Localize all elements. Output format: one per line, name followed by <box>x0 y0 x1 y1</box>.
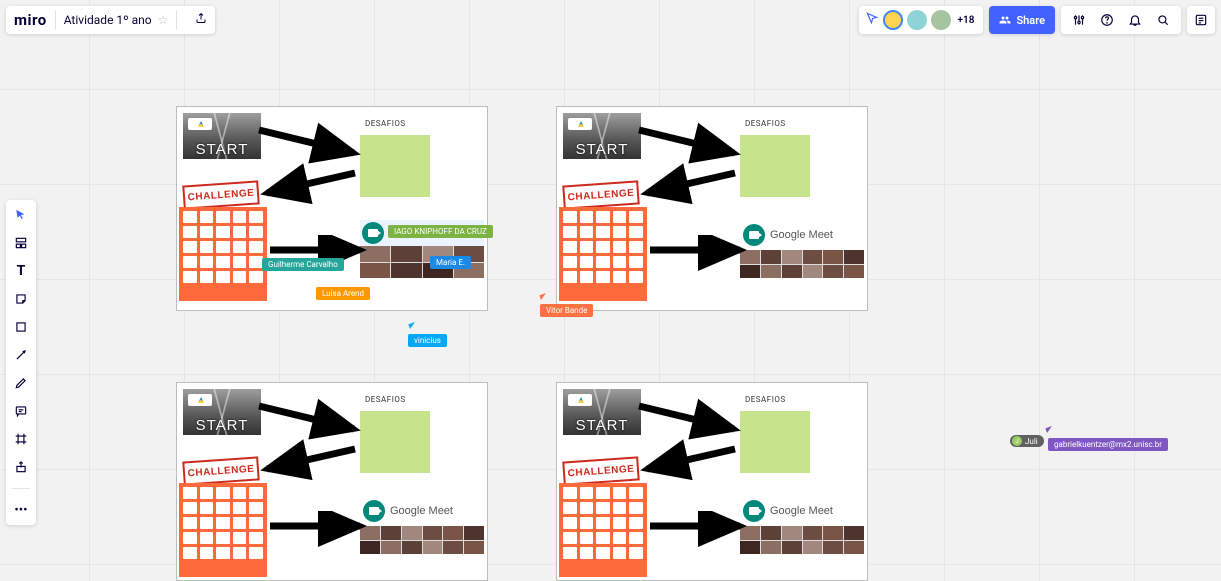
google-meet-label: Google Meet <box>770 505 833 517</box>
user-cursor-label: Guilherme Carvalho <box>262 258 344 271</box>
user-cursor-label: Maria E. <box>430 256 471 269</box>
user-cursor-label: IAGO KNIPHOFF DA CRUZ <box>388 225 493 238</box>
arrow-icon[interactable] <box>645 235 755 275</box>
arrow-icon[interactable] <box>635 163 755 213</box>
frame[interactable]: START DESAFIOS CHALLENGE Google Meet <box>176 382 488 581</box>
frame[interactable]: START DESAFIOS CHALLENGE Google Meet <box>176 106 488 311</box>
arrow-icon[interactable] <box>255 163 375 213</box>
challenge-stamp[interactable]: CHALLENGE <box>182 180 259 209</box>
user-cursor-label: gabrielkuentzer@mx2.unisc.br <box>1048 438 1168 451</box>
arrow-icon[interactable] <box>635 439 755 489</box>
start-text: START <box>576 141 629 158</box>
user-cursor-label: vinicius <box>408 334 447 347</box>
orange-grid[interactable] <box>559 483 647 577</box>
challenge-stamp[interactable]: CHALLENGE <box>182 456 259 485</box>
start-text: START <box>196 417 249 434</box>
start-text: START <box>576 417 629 434</box>
arrow-icon[interactable] <box>645 511 755 551</box>
challenge-stamp[interactable]: CHALLENGE <box>562 180 639 209</box>
challenge-stamp[interactable]: CHALLENGE <box>562 456 639 485</box>
user-cursor-icon <box>408 322 416 329</box>
frame[interactable]: START DESAFIOS CHALLENGE Google Meet <box>556 382 868 581</box>
user-cursor-label: JJuli <box>1010 435 1044 447</box>
orange-grid[interactable] <box>179 483 267 577</box>
drive-icon <box>568 394 592 406</box>
user-cursor-icon <box>1045 426 1053 433</box>
google-meet-label: Google Meet <box>390 505 453 517</box>
start-text: START <box>196 141 249 158</box>
canvas[interactable]: START DESAFIOS CHALLENGE Google Meet STA… <box>0 0 1221 581</box>
google-meet-card[interactable]: Google Meet <box>360 496 484 554</box>
user-cursor-label: Vitor Bande <box>540 304 593 317</box>
user-cursor-label: Luisa Arend <box>316 287 370 300</box>
arrow-icon[interactable] <box>255 439 375 489</box>
sticky-label: DESAFIOS <box>365 119 406 128</box>
frame[interactable]: START DESAFIOS CHALLENGE Google Meet <box>556 106 868 311</box>
sticky-label: DESAFIOS <box>365 395 406 404</box>
drive-icon <box>188 118 212 130</box>
drive-icon <box>188 394 212 406</box>
sticky-label: DESAFIOS <box>745 119 786 128</box>
google-meet-label: Google Meet <box>770 229 833 241</box>
orange-grid[interactable] <box>559 207 647 301</box>
google-meet-card[interactable]: Google Meet <box>740 220 864 278</box>
user-cursor-icon <box>539 293 547 300</box>
sticky-label: DESAFIOS <box>745 395 786 404</box>
orange-grid[interactable] <box>179 207 267 301</box>
google-meet-card[interactable]: Google Meet <box>740 496 864 554</box>
arrow-icon[interactable] <box>265 511 375 551</box>
drive-icon <box>568 118 592 130</box>
